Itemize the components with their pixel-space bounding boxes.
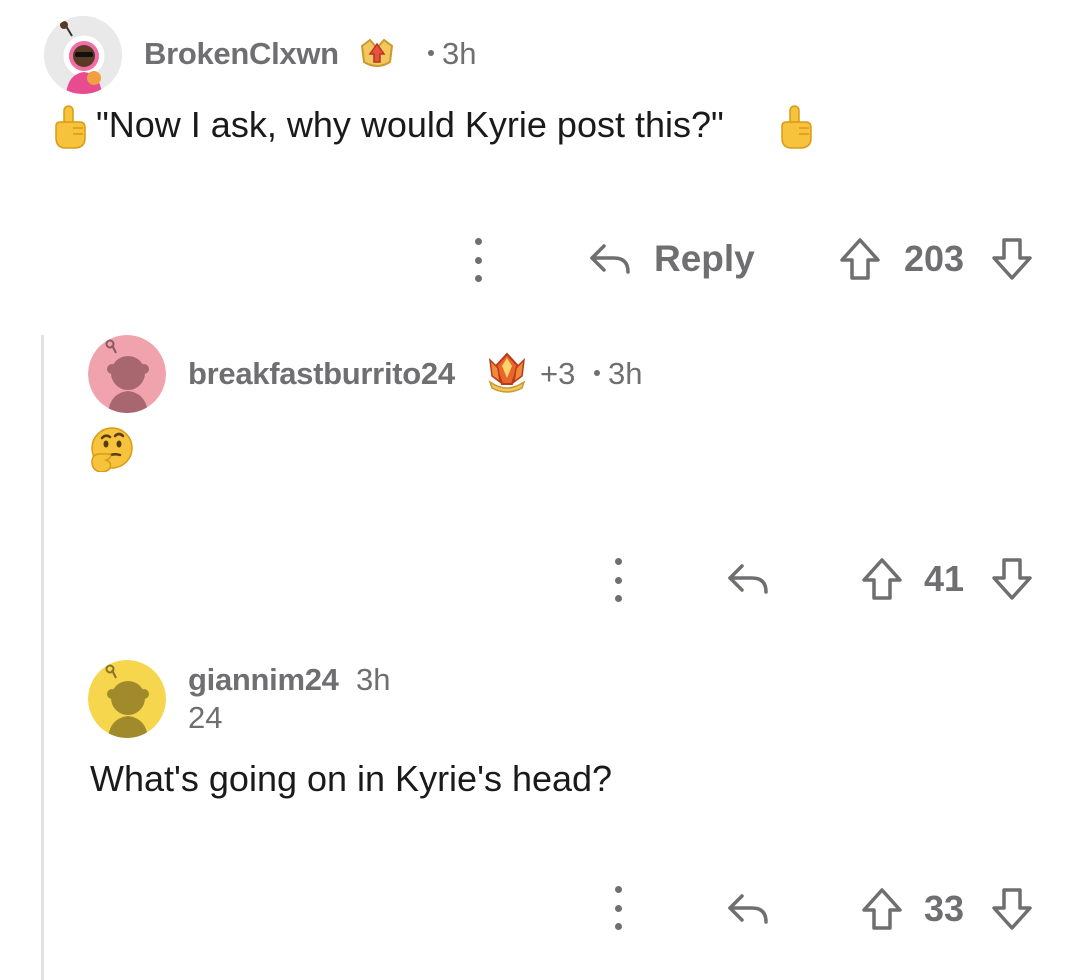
award-icon [356,32,398,74]
vote-count: 33 [924,888,965,929]
downvote-icon[interactable] [990,236,1034,282]
vote-count: 41 [924,558,965,599]
user-flair: 24 [188,700,223,735]
pointing-up-icon [776,104,816,150]
upvote-icon[interactable] [860,886,904,932]
more-options-button[interactable] [472,238,484,282]
award-icon [484,348,530,396]
downvote-icon[interactable] [990,886,1034,932]
vote-count: 203 [904,238,965,279]
upvote-icon[interactable] [860,556,904,602]
pointing-up-icon [50,104,90,150]
comment-username[interactable]: breakfastburrito24 [188,356,455,392]
comment-time: 3h [594,356,642,392]
reply-icon[interactable] [588,238,632,278]
comment-username[interactable]: giannim24 [188,662,339,698]
reply-icon[interactable] [726,888,770,928]
more-options-button[interactable] [612,558,624,602]
more-options-button[interactable] [612,886,624,930]
avatar[interactable] [44,16,122,94]
downvote-icon[interactable] [990,556,1034,602]
reply-icon[interactable] [726,558,770,598]
avatar[interactable] [88,660,166,738]
comment-body: What's going on in Kyrie's head? [90,758,613,799]
avatar[interactable] [88,335,166,413]
comment-time: 3h [428,36,476,72]
comment-username[interactable]: BrokenClxwn [144,36,339,72]
thinking-face-icon [88,426,134,473]
reply-button[interactable]: Reply [654,238,755,280]
award-count[interactable]: +3 [540,356,575,392]
comment-time: 3h [356,662,391,697]
thread-line[interactable] [41,335,44,980]
comment-body: "Now I ask, why would Kyrie post this?" [96,104,724,145]
upvote-icon[interactable] [838,236,882,282]
time-label: 3h [442,36,477,71]
time-label: 3h [608,356,643,391]
